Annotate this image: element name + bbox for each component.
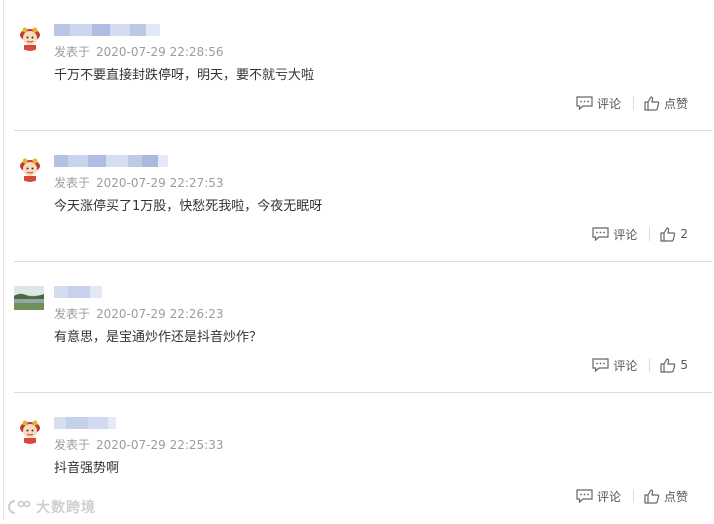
thumbs-up-icon <box>644 488 660 504</box>
like-count: 2 <box>680 227 688 241</box>
reply-label: 评论 <box>596 96 621 111</box>
like-button[interactable]: 5 <box>660 357 688 373</box>
comment-actions: 评论 2 <box>592 224 688 244</box>
comment-actions: 评论 点赞 <box>576 93 688 113</box>
comment-text: 千万不要直接封跌停呀，明天，要不就亏大啦 <box>54 68 315 83</box>
comment-item: 发表于 2020-07-29 22:27:53 今天涨停买了1万股，快愁死我啦，今… <box>0 131 714 262</box>
comment-icon <box>592 227 609 241</box>
reply-label: 评论 <box>596 489 621 504</box>
comment-icon <box>576 96 593 110</box>
comment-meta: 发表于 2020-07-29 22:27:53 <box>54 174 223 191</box>
watermark-logo-icon <box>7 499 31 515</box>
like-count: 5 <box>680 358 688 372</box>
comment-timestamp: 2020-07-29 22:26:23 <box>96 307 224 321</box>
meta-prefix: 发表于 <box>54 45 91 59</box>
reply-button[interactable]: 评论 <box>576 488 621 505</box>
comment-meta: 发表于 2020-07-29 22:28:56 <box>54 43 223 60</box>
comment-text: 有意思，是宝通炒作还是抖音炒作？ <box>54 330 263 345</box>
reply-button[interactable]: 评论 <box>592 226 637 243</box>
like-label: 点赞 <box>663 96 688 111</box>
comment-icon <box>576 489 593 503</box>
reply-button[interactable]: 评论 <box>592 357 637 374</box>
reply-button[interactable]: 评论 <box>576 95 621 112</box>
username-redacted[interactable] <box>54 22 160 38</box>
action-divider <box>632 96 634 110</box>
comment-actions: 评论 点赞 <box>576 486 688 506</box>
meta-prefix: 发表于 <box>54 176 91 190</box>
comment-text: 今天涨停买了1万股，快愁死我啦，今夜无眠呀 <box>54 199 323 214</box>
comment-meta: 发表于 2020-07-29 22:26:23 <box>54 305 223 322</box>
action-divider <box>649 227 651 241</box>
action-divider <box>632 489 634 503</box>
comment-icon <box>592 358 609 372</box>
username-redacted[interactable] <box>54 415 116 431</box>
like-button[interactable]: 点赞 <box>644 95 688 112</box>
watermark-text: 大数跨境 <box>36 500 96 516</box>
comment-item: 发表于 2020-07-29 22:25:33 抖音强势啊 评论 点赞 <box>0 393 714 524</box>
like-button[interactable]: 点赞 <box>644 488 688 505</box>
thumbs-up-icon <box>660 226 676 242</box>
comment-timestamp: 2020-07-29 22:25:33 <box>96 438 224 452</box>
comment-text: 抖音强势啊 <box>54 461 120 476</box>
comment-meta: 发表于 2020-07-29 22:25:33 <box>54 436 223 453</box>
reply-label: 评论 <box>613 227 638 242</box>
comment-item: 发表于 2020-07-29 22:26:23 有意思，是宝通炒作还是抖音炒作？ … <box>0 262 714 393</box>
landscape-avatar-icon[interactable] <box>14 286 44 310</box>
like-label: 点赞 <box>663 489 688 504</box>
thumbs-up-icon <box>660 357 676 373</box>
reply-label: 评论 <box>613 358 638 373</box>
cartoon-avatar-icon[interactable] <box>16 416 44 444</box>
comment-item: 发表于 2020-07-29 22:28:56 千万不要直接封跌停呀，明天，要不就… <box>0 0 714 131</box>
cartoon-avatar-icon[interactable] <box>16 23 44 51</box>
action-divider <box>649 358 651 372</box>
comment-timestamp: 2020-07-29 22:27:53 <box>96 176 224 190</box>
cartoon-avatar-icon[interactable] <box>16 154 44 182</box>
meta-prefix: 发表于 <box>54 307 91 321</box>
thumbs-up-icon <box>644 95 660 111</box>
meta-prefix: 发表于 <box>54 438 91 452</box>
watermark: 大数跨境 <box>6 497 96 517</box>
like-button[interactable]: 2 <box>660 226 688 242</box>
comment-actions: 评论 5 <box>592 355 688 375</box>
comment-timestamp: 2020-07-29 22:28:56 <box>96 45 224 59</box>
username-redacted[interactable] <box>54 153 168 169</box>
username-redacted[interactable] <box>54 284 102 300</box>
